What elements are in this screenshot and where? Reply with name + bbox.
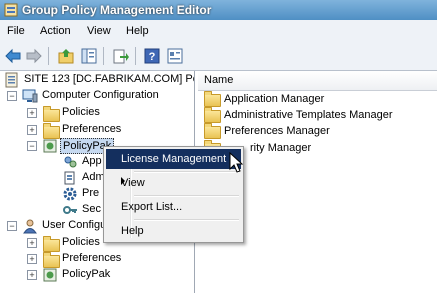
tree-user-policypak[interactable]: + PolicyPak xyxy=(0,267,194,283)
menu-item-license-management[interactable]: License Management xyxy=(106,149,241,169)
menu-item-label: Help xyxy=(121,225,144,237)
gear-icon xyxy=(63,187,77,201)
menu-view[interactable]: View xyxy=(87,25,111,37)
window-title: Group Policy Management Editor xyxy=(22,3,212,17)
tree-user-preferences[interactable]: + Preferences xyxy=(0,251,194,268)
help-icon[interactable]: ? xyxy=(143,47,161,65)
menu-item-export-list[interactable]: Export List... xyxy=(106,197,241,217)
mouse-cursor-icon xyxy=(229,152,243,173)
toolbar-separator xyxy=(135,47,136,65)
tree-label: User Configu xyxy=(42,219,107,231)
toolbar: ? xyxy=(0,42,437,71)
policypak-icon xyxy=(43,139,57,153)
tree-root-label: SITE 123 [DC.FABRIKAM.COM] Pol xyxy=(24,73,195,85)
menu-help[interactable]: Help xyxy=(126,25,149,37)
folder-icon xyxy=(204,91,221,107)
tree-label: Computer Configuration xyxy=(42,89,159,101)
tree-preferences[interactable]: + Preferences xyxy=(0,122,194,139)
user-icon xyxy=(23,219,37,234)
tree-label: Sec xyxy=(82,203,101,215)
submenu-arrow-icon xyxy=(121,177,125,185)
menu-item-help[interactable]: Help xyxy=(106,221,241,241)
computer-icon xyxy=(22,89,38,103)
collapse-icon[interactable]: − xyxy=(27,141,37,151)
menu-bar: File Action View Help xyxy=(0,20,437,43)
list-item-label: Application Manager xyxy=(224,93,325,105)
policypak-icon xyxy=(43,268,57,282)
expand-icon[interactable]: + xyxy=(27,125,37,135)
tree-label: Preferences xyxy=(62,123,122,135)
menu-action[interactable]: Action xyxy=(40,25,71,37)
export-list-icon[interactable] xyxy=(112,47,130,65)
admin-templates-icon xyxy=(64,171,75,185)
key-icon xyxy=(63,206,77,214)
menu-item-view[interactable]: View xyxy=(106,173,241,193)
svg-text:?: ? xyxy=(149,51,156,63)
forward-arrow-icon[interactable] xyxy=(25,47,43,65)
expand-icon[interactable]: + xyxy=(27,254,37,264)
menu-file[interactable]: File xyxy=(7,25,25,37)
tree-root[interactable]: SITE 123 [DC.FABRIKAM.COM] Pol xyxy=(2,72,195,88)
toolbar-separator xyxy=(48,47,49,65)
gpo-icon xyxy=(5,72,18,88)
tree-computer-configuration[interactable]: − Computer Configuration xyxy=(0,88,194,104)
collapse-icon[interactable]: − xyxy=(7,91,17,101)
tree-label: Pre xyxy=(82,187,100,199)
properties-icon[interactable] xyxy=(166,47,184,65)
tree-label: Policies xyxy=(62,236,100,248)
tree-label: PolicyPak xyxy=(62,268,111,280)
title-bar: Group Policy Management Editor xyxy=(0,0,437,20)
tree-label: Policies xyxy=(62,106,100,118)
menu-item-label: Export List... xyxy=(121,201,183,213)
tree-policies[interactable]: + Policies xyxy=(0,105,194,122)
up-folder-icon[interactable] xyxy=(57,47,75,65)
folder-icon xyxy=(204,107,221,123)
tree-label: Adm xyxy=(82,171,105,183)
column-header-name[interactable]: Name xyxy=(198,71,437,91)
folder-icon xyxy=(43,106,60,122)
expand-icon[interactable]: + xyxy=(27,108,37,118)
toolbar-separator xyxy=(103,47,104,65)
application-manager-icon xyxy=(64,156,77,168)
menu-item-label: License Management xyxy=(121,153,227,165)
column-header-label: Name xyxy=(204,74,234,86)
list-item-label: Preferences Manager xyxy=(224,125,330,137)
tree-label: App xyxy=(82,155,102,167)
list-item-label: Administrative Templates Manager xyxy=(224,109,393,121)
back-arrow-icon[interactable] xyxy=(4,47,22,65)
list-item-label: rity Manager xyxy=(250,142,312,154)
collapse-icon[interactable]: − xyxy=(7,221,17,231)
group-policy-icon xyxy=(4,3,18,17)
folder-icon xyxy=(204,123,221,139)
expand-icon[interactable]: + xyxy=(27,238,37,248)
tree-label: Preferences xyxy=(62,252,122,264)
expand-icon[interactable]: + xyxy=(27,270,37,280)
show-hide-tree-icon[interactable] xyxy=(80,47,98,65)
context-menu: License Management View Export List... H… xyxy=(103,146,244,243)
